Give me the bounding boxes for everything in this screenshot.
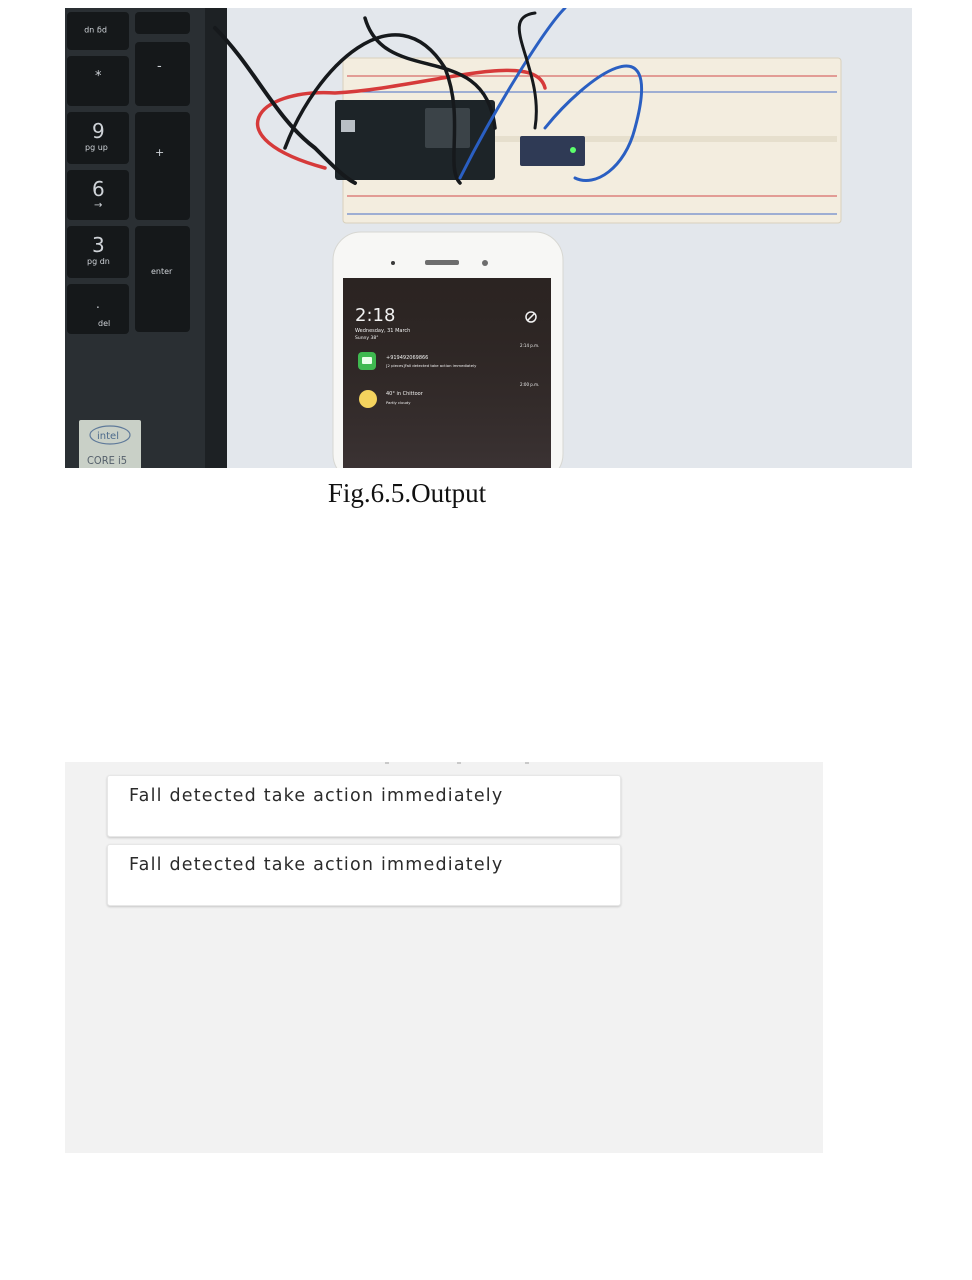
notification-sender: 40° in Chittoor — [386, 391, 424, 397]
phone-clock: 2:18 — [355, 305, 395, 326]
key-plus — [135, 112, 190, 220]
message-bubble[interactable]: Fall detected take action immediately — [107, 844, 621, 906]
sensor-module — [520, 136, 585, 166]
notification-time: 2:14 p.m. — [520, 343, 539, 348]
notification-preview: Partly cloudy — [386, 400, 411, 405]
key-minus — [135, 42, 190, 106]
nodemcu-board — [335, 100, 495, 180]
sms-screenshot: Fall detected take action immediately Fa… — [65, 762, 823, 1153]
weather-icon — [359, 390, 377, 408]
output-photo: pg up * - 9 pg up + 6 → 3 pg dn enter . … — [65, 8, 912, 468]
core-i5-text: CORE i5 — [87, 454, 127, 467]
notification-sender: +919492069866 — [386, 355, 428, 361]
key-label: 9 — [92, 119, 105, 143]
key-label: del — [98, 319, 110, 328]
key-label: - — [157, 59, 162, 74]
key-blank-top — [135, 12, 190, 34]
key-label: + — [155, 146, 164, 159]
phone-weather-line: Sunny 38° — [355, 335, 378, 341]
key-label: enter — [151, 267, 173, 276]
key-label: pg dn — [87, 257, 110, 266]
intel-logo-text: intel — [97, 431, 119, 442]
message-text: Fall detected take action immediately — [129, 786, 504, 806]
message-bubble[interactable]: Fall detected take action immediately — [107, 775, 621, 837]
key-label: 6 — [92, 177, 105, 201]
phone-earpiece — [425, 260, 459, 265]
phone-camera — [391, 261, 395, 265]
notification-preview: [2 pieces]Fall detected take action imme… — [386, 363, 477, 368]
intel-core-i5-sticker: intel CORE i5 — [79, 420, 141, 468]
key-label: 3 — [92, 233, 105, 257]
key-label: . — [96, 297, 100, 311]
top-fragment — [385, 762, 535, 765]
phone-date: Wednesday, 31 March — [355, 328, 410, 334]
smartphone: 2:18 Wednesday, 31 March Sunny 38° +9194… — [332, 231, 564, 468]
key-label: → — [94, 200, 102, 211]
laptop-keyboard: pg up * - 9 pg up + 6 → 3 pg dn enter . … — [65, 8, 227, 468]
key-enter — [135, 226, 190, 332]
message-text: Fall detected take action immediately — [129, 855, 504, 875]
key-label: pg up — [85, 143, 108, 152]
notification-time: 2:00 p.m. — [520, 382, 539, 387]
figure-caption: Fig.6.5.Output — [327, 478, 487, 508]
key-label: pg up — [84, 26, 107, 35]
key-label: * — [95, 69, 102, 84]
